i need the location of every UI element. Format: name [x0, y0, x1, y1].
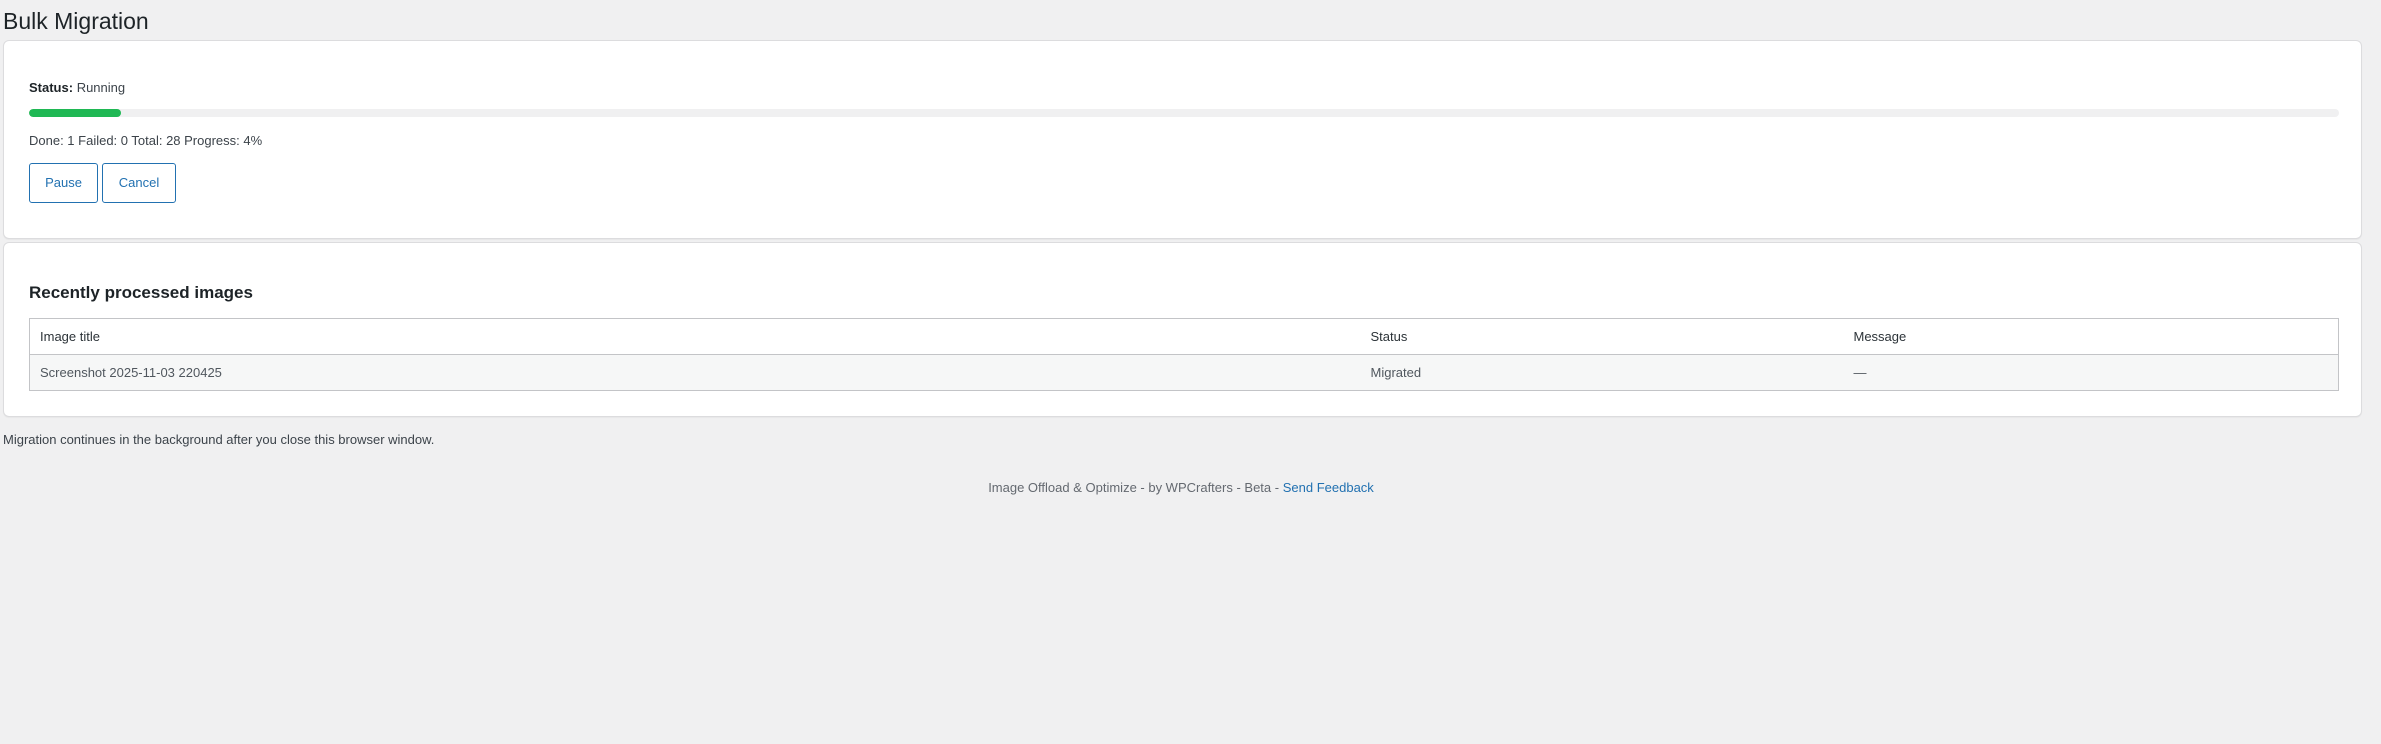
pause-button[interactable]: Pause [29, 163, 98, 203]
column-header-message: Message [1843, 318, 2339, 355]
recent-images-card: Recently processed images Image title St… [3, 242, 2362, 417]
send-feedback-link[interactable]: Send Feedback [1283, 480, 1374, 495]
progress-bar [29, 109, 2339, 117]
footer: Image Offload & Optimize - by WPCrafters… [0, 479, 2362, 497]
page-title: Bulk Migration [3, 8, 149, 34]
section-title: Recently processed images [29, 283, 253, 302]
status-label: Status: [29, 80, 74, 95]
table-row: Screenshot 2025-11-03 220425 Migrated — [29, 354, 2339, 391]
cell-message: — [1843, 354, 2339, 391]
table-header-row: Image title Status Message [29, 318, 2339, 355]
recent-images-table: Image title Status Message Screenshot 20… [29, 318, 2339, 391]
column-header-image-title: Image title [29, 318, 1361, 355]
cell-image-title: Screenshot 2025-11-03 220425 [29, 354, 1361, 391]
migration-status-card: Status: Running Done: 1 Failed: 0 Total:… [3, 40, 2362, 239]
status-value: Running [76, 80, 126, 95]
column-header-status: Status [1360, 318, 1844, 355]
cancel-button[interactable]: Cancel [102, 163, 176, 203]
footer-text: Image Offload & Optimize - by WPCrafters… [988, 480, 1280, 495]
background-note: Migration continues in the background af… [3, 432, 435, 447]
status-line: Status: Running [29, 79, 125, 97]
progress-counts: Done: 1 Failed: 0 Total: 28 Progress: 4% [29, 133, 263, 148]
progress-bar-fill [29, 109, 122, 117]
cell-status: Migrated [1360, 354, 1844, 391]
